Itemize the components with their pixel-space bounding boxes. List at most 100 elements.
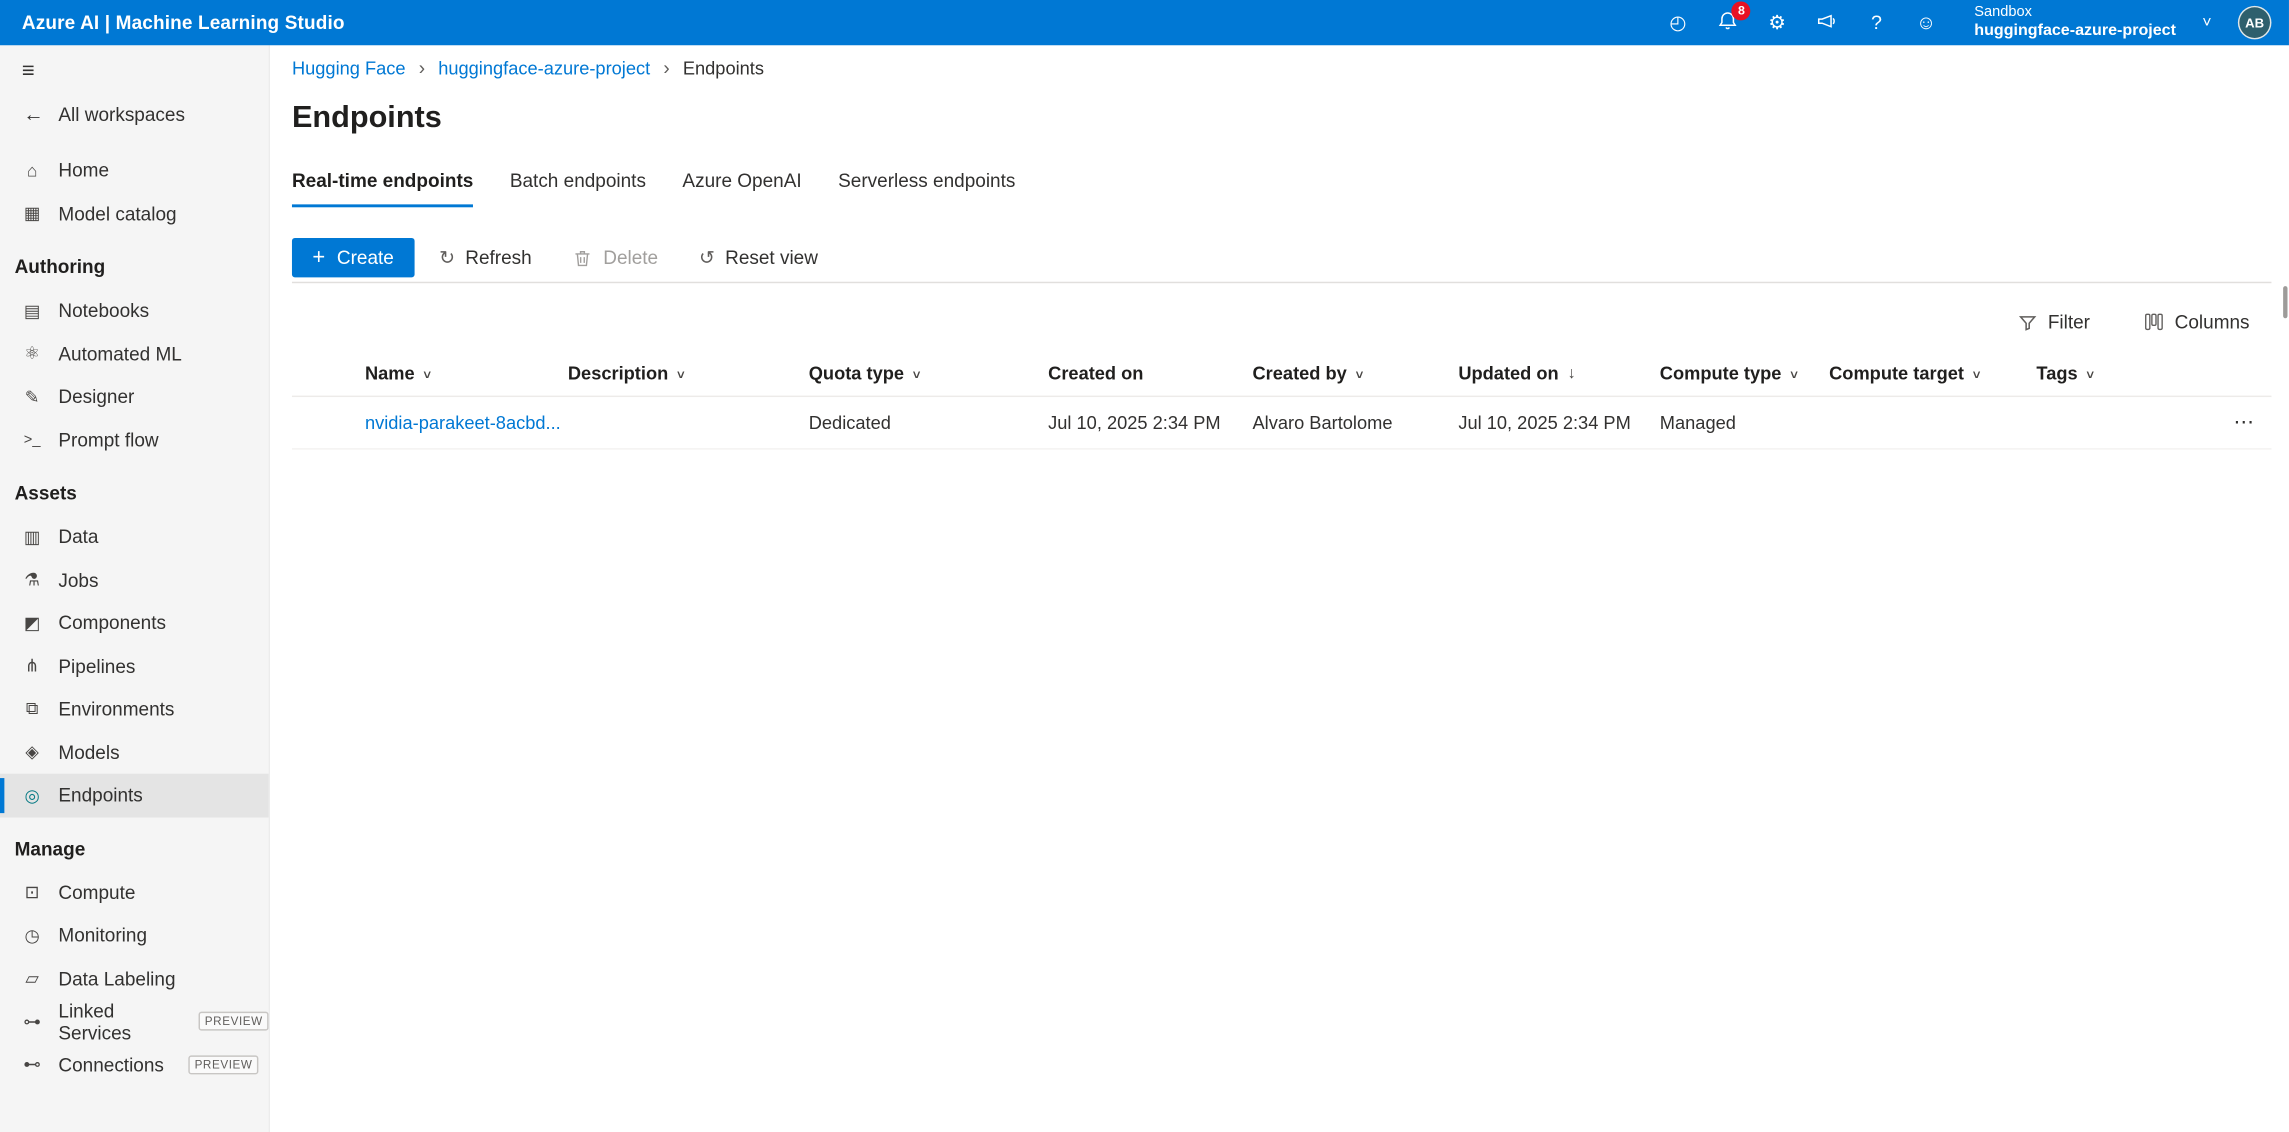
column-header-tags[interactable]: Tags ˅ xyxy=(2036,363,2204,383)
sidebar-item-automated-ml[interactable]: ⚛ Automated ML xyxy=(0,332,269,375)
chevron-down-icon: ˅ xyxy=(913,369,921,382)
refresh-icon: ↻ xyxy=(439,248,455,267)
sidebar-item-data-labeling[interactable]: ▱ Data Labeling xyxy=(0,957,269,1000)
sidebar-item-home[interactable]: ⌂ Home xyxy=(0,149,269,192)
compute-icon: ⊡ xyxy=(20,882,43,902)
chevron-down-icon: ˅ xyxy=(2086,369,2094,382)
sidebar-item-label: Linked Services xyxy=(58,1000,174,1044)
column-header-compute-type[interactable]: Compute type ˅ xyxy=(1660,363,1829,383)
column-label: Name xyxy=(365,363,415,383)
workspace-chevron-down-icon[interactable]: ˅ xyxy=(2202,14,2211,32)
delete-button[interactable]: Delete xyxy=(557,238,675,277)
sidebar-item-environments[interactable]: ⧉ Environments xyxy=(0,688,269,731)
workspace-name: huggingface-azure-project xyxy=(1974,22,2176,41)
row-actions-button[interactable]: ⋯ xyxy=(2228,407,2260,436)
sidebar-item-connections[interactable]: ⊷ Connections PREVIEW xyxy=(0,1043,269,1086)
column-header-description[interactable]: Description ˅ xyxy=(568,363,809,383)
sidebar-item-monitoring[interactable]: ◷ Monitoring xyxy=(0,914,269,957)
column-header-updated-on[interactable]: Updated on ↓ xyxy=(1458,363,1659,383)
filter-button[interactable]: Filter xyxy=(2001,302,2106,341)
toolbar: + Create ↻ Refresh Delete ↺ Reset view xyxy=(292,238,2277,277)
columns-button[interactable]: Columns xyxy=(2126,302,2265,341)
sidebar-item-jobs[interactable]: ⚗ Jobs xyxy=(0,558,269,601)
column-header-created-by[interactable]: Created by ˅ xyxy=(1253,363,1459,383)
refresh-label: Refresh xyxy=(465,247,531,269)
sort-descending-icon: ↓ xyxy=(1567,366,1575,382)
toolbar-divider xyxy=(292,282,2271,283)
sidebar-item-pipelines[interactable]: ⋔ Pipelines xyxy=(0,645,269,688)
column-label: Quota type xyxy=(809,363,904,383)
sidebar-item-compute[interactable]: ⊡ Compute xyxy=(0,871,269,914)
column-label: Tags xyxy=(2036,363,2077,383)
connections-icon: ⊷ xyxy=(20,1054,43,1074)
reset-view-button[interactable]: ↺ Reset view xyxy=(683,238,834,277)
sidebar-item-endpoints[interactable]: ◎ Endpoints xyxy=(0,774,269,817)
home-icon: ⌂ xyxy=(20,160,43,180)
megaphone-icon xyxy=(1816,9,1838,35)
sidebar-item-model-catalog[interactable]: ▦ Model catalog xyxy=(0,192,269,235)
breadcrumb-hub-link[interactable]: Hugging Face xyxy=(292,58,406,78)
designer-icon: ✎ xyxy=(20,386,43,406)
sidebar-item-label: Data Labeling xyxy=(58,967,175,989)
chevron-down-icon: ˅ xyxy=(677,369,685,382)
help-button[interactable]: ? xyxy=(1863,7,1889,39)
tab-azure-openai[interactable]: Azure OpenAI xyxy=(682,169,801,207)
help-icon: ? xyxy=(1871,12,1882,34)
chevron-down-icon: ˅ xyxy=(1790,369,1798,382)
endpoint-link[interactable]: nvidia-parakeet-8acbd... xyxy=(365,412,561,432)
workspace-selector[interactable]: Sandbox huggingface-azure-project xyxy=(1974,4,2176,41)
top-bar: Azure AI | Machine Learning Studio ◴ 8 ⚙… xyxy=(0,0,2289,45)
prompt-flow-icon: >_ xyxy=(20,432,43,448)
create-label: Create xyxy=(337,247,394,269)
sidebar-item-label: Designer xyxy=(58,386,134,408)
sidebar-item-label: Model catalog xyxy=(58,203,176,225)
history-button[interactable]: ◴ xyxy=(1665,7,1691,39)
column-header-quota-type[interactable]: Quota type ˅ xyxy=(809,363,1048,383)
settings-button[interactable]: ⚙ xyxy=(1764,7,1790,39)
column-header-name[interactable]: Name ˅ xyxy=(365,363,568,383)
feedback-button[interactable]: ☺ xyxy=(1913,7,1939,39)
hamburger-menu-button[interactable]: ≡ xyxy=(0,45,269,89)
components-icon: ◩ xyxy=(20,613,43,633)
vertical-scrollbar[interactable] xyxy=(2283,286,2287,318)
sidebar-item-linked-services[interactable]: ⊶ Linked Services PREVIEW xyxy=(0,1000,269,1043)
updated-on-cell: Jul 10, 2025 2:34 PM xyxy=(1458,412,1659,432)
sidebar-item-label: Pipelines xyxy=(58,655,135,677)
plus-icon: + xyxy=(312,247,325,269)
column-label: Compute type xyxy=(1660,363,1782,383)
announcements-button[interactable] xyxy=(1814,7,1840,39)
sidebar-item-models[interactable]: ◈ Models xyxy=(0,731,269,774)
endpoints-icon: ◎ xyxy=(20,785,43,805)
refresh-button[interactable]: ↻ Refresh xyxy=(423,238,548,277)
preview-badge: PREVIEW xyxy=(189,1055,259,1074)
column-header-compute-target[interactable]: Compute target ˅ xyxy=(1829,363,2036,383)
sidebar-section-manage: Manage xyxy=(0,817,269,871)
column-label: Description xyxy=(568,363,668,383)
all-workspaces-link[interactable]: ← All workspaces xyxy=(0,89,269,131)
sidebar-item-components[interactable]: ◩ Components xyxy=(0,601,269,644)
tab-serverless-endpoints[interactable]: Serverless endpoints xyxy=(838,169,1015,207)
compute-type-cell: Managed xyxy=(1660,412,1829,432)
sidebar-item-designer[interactable]: ✎ Designer xyxy=(0,375,269,418)
create-button[interactable]: + Create xyxy=(292,238,414,277)
topbar-actions: ◴ 8 ⚙ ? ☺ Sandbox huggingface-azure-proj… xyxy=(1665,4,2272,41)
column-header-created-on[interactable]: Created on xyxy=(1048,363,1252,383)
tab-batch-endpoints[interactable]: Batch endpoints xyxy=(510,169,646,207)
linked-services-icon: ⊶ xyxy=(20,1011,43,1031)
user-avatar[interactable]: AB xyxy=(2238,6,2272,40)
sidebar-item-label: Automated ML xyxy=(58,343,181,365)
breadcrumb-project-link[interactable]: huggingface-azure-project xyxy=(438,58,650,78)
tab-real-time-endpoints[interactable]: Real-time endpoints xyxy=(292,169,473,207)
monitoring-icon: ◷ xyxy=(20,925,43,945)
notebooks-icon: ▤ xyxy=(20,300,43,320)
table-row[interactable]: nvidia-parakeet-8acbd... Dedicated Jul 1… xyxy=(292,397,2271,450)
sidebar-item-data[interactable]: ▥ Data xyxy=(0,515,269,558)
preview-badge: PREVIEW xyxy=(199,1012,269,1031)
hamburger-icon: ≡ xyxy=(22,58,35,83)
sidebar-item-prompt-flow[interactable]: >_ Prompt flow xyxy=(0,418,269,461)
sidebar-item-label: Jobs xyxy=(58,569,98,591)
sidebar-item-notebooks[interactable]: ▤ Notebooks xyxy=(0,289,269,332)
notifications-button[interactable]: 8 xyxy=(1714,7,1740,39)
gear-icon: ⚙ xyxy=(1768,11,1786,34)
data-icon: ▥ xyxy=(20,527,43,547)
